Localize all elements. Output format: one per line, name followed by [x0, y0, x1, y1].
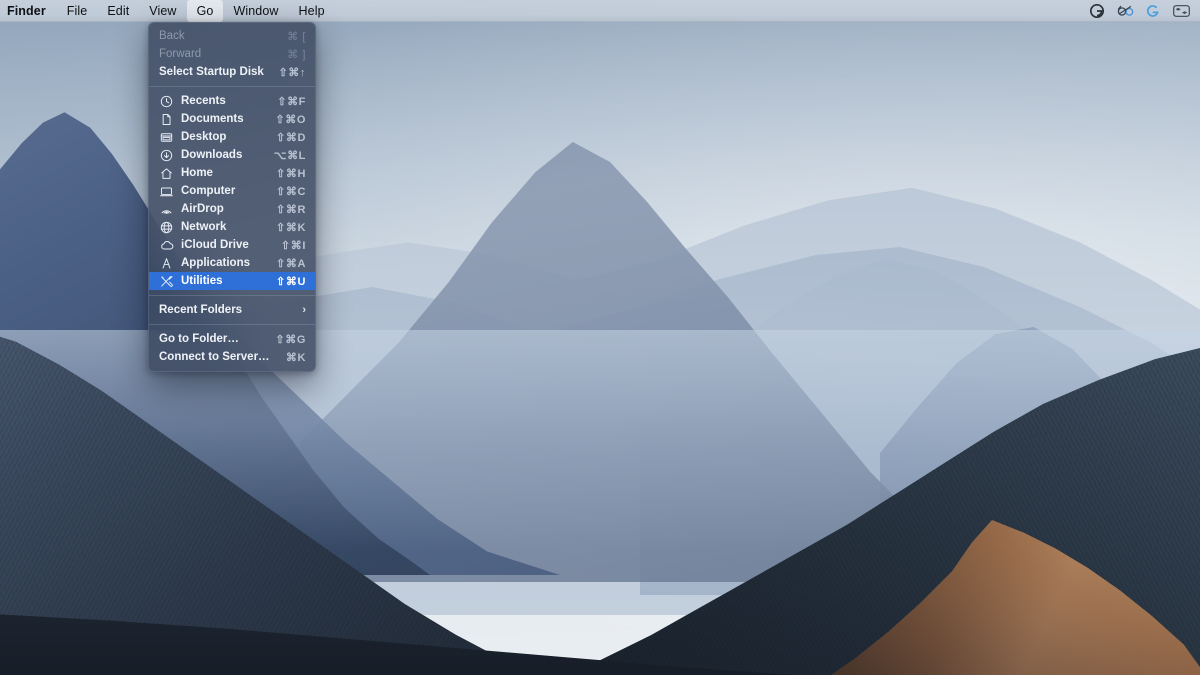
menu-item-shortcut: ⇧⌘G	[275, 333, 306, 346]
menu-item-label: Back	[159, 30, 185, 42]
menu-item-shortcut: ⇧⌘A	[276, 257, 306, 270]
applications-icon	[159, 256, 174, 270]
menu-item-label: Computer	[181, 185, 236, 197]
desktop-icon	[159, 130, 174, 144]
menu-item-shortcut: ⌘K	[285, 351, 306, 364]
menu-bar-item-go[interactable]: Go	[186, 0, 224, 22]
airdrop-icon	[159, 202, 174, 216]
menu-bar-item-window[interactable]: Window	[223, 0, 288, 22]
menu-item-shortcut: ⇧⌘C	[276, 185, 306, 198]
menu-separator	[149, 86, 315, 87]
menu-item-shortcut: ⇧⌘H	[276, 167, 306, 180]
menu-item-label: iCloud Drive	[181, 239, 249, 251]
desktop: Finder File Edit View Go Window Help Bac…	[0, 0, 1200, 675]
menu-item-shortcut: ⇧⌘F	[277, 95, 306, 108]
menu-item-downloads[interactable]: Downloads ⌥⌘L	[149, 146, 315, 164]
menu-item-icloud-drive[interactable]: iCloud Drive ⇧⌘I	[149, 236, 315, 254]
menu-item-shortcut: ⇧⌘↑	[278, 66, 306, 79]
menu-item-desktop[interactable]: Desktop ⇧⌘D	[149, 128, 315, 146]
menu-item-shortcut: ⌘ [	[287, 30, 306, 43]
menu-bar-status-group	[1084, 0, 1200, 22]
menu-item-shortcut: ⇧⌘D	[276, 131, 306, 144]
document-icon	[159, 112, 174, 126]
menu-item-recents[interactable]: Recents ⇧⌘F	[149, 92, 315, 110]
menu-item-recent-folders[interactable]: Recent Folders ›	[149, 301, 315, 319]
grammarly-icon[interactable]	[1084, 0, 1110, 22]
eyeglasses-icon[interactable]	[1112, 0, 1138, 22]
menu-item-label: Recent Folders	[159, 304, 243, 316]
menu-item-label: Forward	[159, 48, 202, 60]
menu-item-airdrop[interactable]: AirDrop ⇧⌘R	[149, 200, 315, 218]
menu-bar-left-group: Finder File Edit View Go Window Help	[0, 0, 335, 22]
menu-item-shortcut: ⌘ ]	[287, 48, 306, 61]
menu-item-label: AirDrop	[181, 203, 224, 215]
menu-bar-item-help[interactable]: Help	[289, 0, 335, 22]
menu-separator	[149, 295, 315, 296]
go-menu-dropdown: Back ⌘ [ Forward ⌘ ] Select Startup Disk ⇧⌘↑ R…	[148, 22, 316, 372]
menu-item-back: Back ⌘ [	[149, 27, 315, 45]
menu-item-shortcut: ⇧⌘O	[275, 113, 306, 126]
menu-bar: Finder File Edit View Go Window Help	[0, 0, 1200, 22]
menu-separator	[149, 324, 315, 325]
control-center-icon[interactable]	[1168, 0, 1194, 22]
network-globe-icon	[159, 220, 174, 234]
menu-item-shortcut: ⌥⌘L	[273, 149, 306, 162]
menu-bar-item-file[interactable]: File	[57, 0, 98, 22]
menu-item-label: Connect to Server…	[159, 351, 270, 363]
menu-item-label: Downloads	[181, 149, 243, 161]
menu-item-forward: Forward ⌘ ]	[149, 45, 315, 63]
menu-item-label: Recents	[181, 95, 226, 107]
menu-item-label: Desktop	[181, 131, 227, 143]
download-icon	[159, 148, 174, 162]
menu-item-connect-to-server[interactable]: Connect to Server… ⌘K	[149, 348, 315, 366]
menu-item-select-startup-disk[interactable]: Select Startup Disk ⇧⌘↑	[149, 63, 315, 81]
menu-item-label: Home	[181, 167, 213, 179]
menu-item-home[interactable]: Home ⇧⌘H	[149, 164, 315, 182]
icloud-icon	[159, 238, 174, 252]
logitech-options-icon[interactable]	[1140, 0, 1166, 22]
menu-item-label: Utilities	[181, 275, 223, 287]
menu-item-label: Documents	[181, 113, 244, 125]
menu-item-shortcut: ⇧⌘R	[276, 203, 306, 216]
menu-item-applications[interactable]: Applications ⇧⌘A	[149, 254, 315, 272]
menu-bar-item-view[interactable]: View	[139, 0, 186, 22]
menu-item-computer[interactable]: Computer ⇧⌘C	[149, 182, 315, 200]
menu-bar-item-edit[interactable]: Edit	[97, 0, 139, 22]
home-icon	[159, 166, 174, 180]
menu-item-shortcut: ⇧⌘I	[280, 239, 306, 252]
computer-icon	[159, 184, 174, 198]
menu-item-utilities[interactable]: Utilities ⇧⌘U	[149, 272, 315, 290]
menu-bar-app-name[interactable]: Finder	[0, 0, 57, 22]
clock-icon	[159, 94, 174, 108]
menu-item-shortcut: ⇧⌘U	[276, 275, 306, 288]
menu-item-label: Select Startup Disk	[159, 66, 264, 78]
menu-item-label: Network	[181, 221, 227, 233]
menu-item-shortcut: ⇧⌘K	[276, 221, 306, 234]
utilities-tools-icon	[159, 274, 174, 288]
chevron-right-icon: ›	[302, 304, 306, 316]
menu-item-label: Go to Folder…	[159, 333, 239, 345]
menu-item-label: Applications	[181, 257, 251, 269]
menu-item-network[interactable]: Network ⇧⌘K	[149, 218, 315, 236]
menu-item-documents[interactable]: Documents ⇧⌘O	[149, 110, 315, 128]
menu-item-go-to-folder[interactable]: Go to Folder… ⇧⌘G	[149, 330, 315, 348]
